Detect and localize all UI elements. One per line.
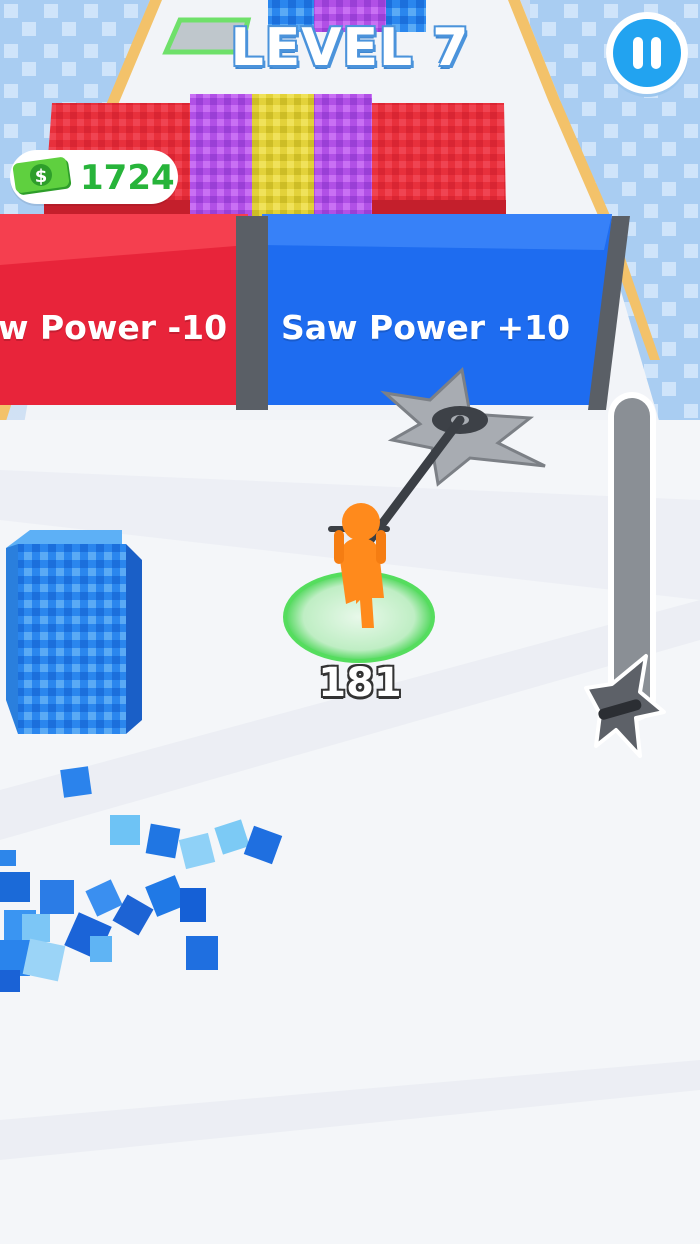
- cash-icon: $: [12, 157, 72, 195]
- gate-post-middle: [236, 216, 268, 410]
- saw-power-counter: 181: [318, 660, 402, 706]
- level-indicator: LEVEL 7: [230, 18, 470, 78]
- pause-icon: [613, 19, 681, 87]
- gate-left-label: w Power -10: [0, 308, 228, 347]
- pause-bar-right: [651, 37, 661, 69]
- gate-right-label: Saw Power +10: [281, 308, 571, 347]
- svg-text:$: $: [35, 166, 48, 187]
- money-amount: 1724: [80, 158, 175, 198]
- money-counter: $ 1724: [10, 150, 178, 204]
- pause-button[interactable]: [606, 12, 688, 94]
- blue-block-tower: [6, 530, 142, 734]
- pause-bar-left: [633, 37, 643, 69]
